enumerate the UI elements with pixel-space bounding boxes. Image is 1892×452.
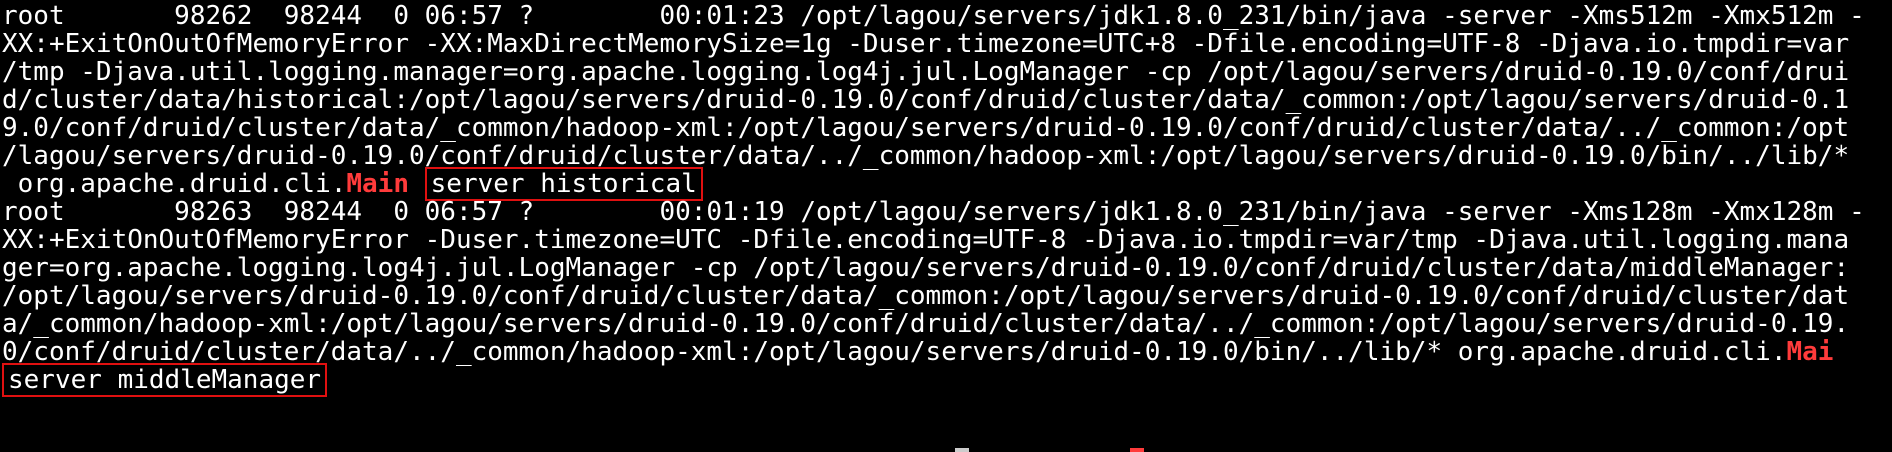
process1-server-args-box: server historical [424, 167, 703, 201]
process1-main-highlight: Main [346, 169, 409, 199]
process2-main-highlight: Mai [1786, 337, 1834, 367]
process2-server-args-box: server middleManager [2, 363, 328, 397]
process1-line1: root 98262 98244 0 06:57 ? 00:01:23 /opt… [2, 1, 1865, 31]
process2-line3: ger=org.apache.logging.log4j.jul.LogMana… [2, 253, 1850, 283]
process2-line7: server middleManager [2, 363, 328, 397]
partial-glyph-white [955, 448, 969, 452]
process1-class-prefix: org.apache.druid.cli. [2, 169, 347, 199]
process1-line3: /tmp -Djava.util.logging.manager=org.apa… [2, 57, 1850, 87]
process2-line6: 0/conf/druid/cluster/data/../_common/had… [2, 338, 1833, 366]
terminal-window[interactable]: root 98262 98244 0 06:57 ? 00:01:23 /opt… [0, 0, 1892, 452]
process2-line5: a/_common/hadoop-xml:/opt/lagou/servers/… [2, 309, 1850, 339]
process1-line6: /lagou/servers/druid-0.19.0/conf/druid/c… [2, 141, 1850, 171]
process1-line5: 9.0/conf/druid/cluster/data/_common/hado… [2, 113, 1850, 143]
partial-glyph-red [1130, 448, 1144, 452]
process1-line4: d/cluster/data/historical:/opt/lagou/ser… [2, 85, 1850, 115]
process1-line7: org.apache.druid.cli.Main server histori… [2, 167, 703, 201]
process2-line4: /opt/lagou/servers/druid-0.19.0/conf/dru… [2, 281, 1850, 311]
process2-line2: XX:+ExitOnOutOfMemoryError -Duser.timezo… [2, 225, 1850, 255]
process1-line2: XX:+ExitOnOutOfMemoryError -XX:MaxDirect… [2, 29, 1850, 59]
process2-line1: root 98263 98244 0 06:57 ? 00:01:19 /opt… [2, 197, 1865, 227]
